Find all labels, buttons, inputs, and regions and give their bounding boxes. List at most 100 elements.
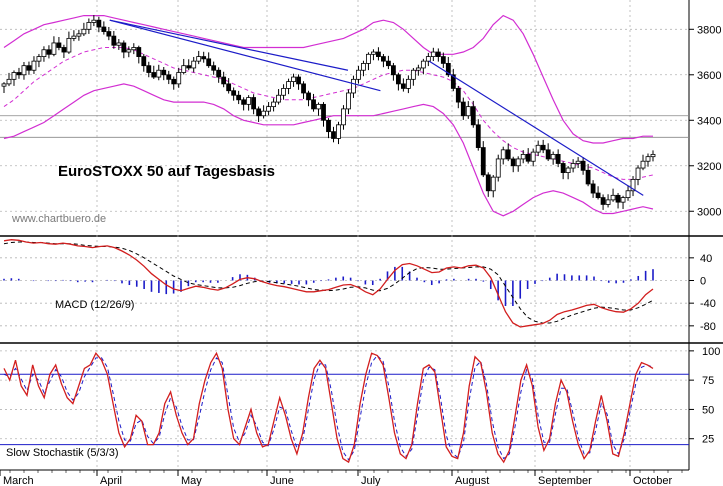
candle-body (216, 69, 222, 78)
chart-title: EuroSTOXX 50 auf Tagesbasis (58, 163, 275, 180)
candle-body (101, 26, 107, 32)
candle-body (520, 153, 526, 160)
candle-body (505, 149, 511, 160)
candle-body (21, 65, 27, 76)
candle-body (211, 65, 217, 71)
candle-body (605, 199, 611, 205)
candle-body (341, 108, 346, 126)
price-tick-label: 3200 (697, 161, 721, 173)
candle-body (430, 51, 436, 57)
stochastic-tick-label: 75 (702, 375, 714, 387)
candle-body (131, 47, 137, 51)
candle-body (510, 158, 516, 167)
candle-body (535, 144, 541, 153)
candle-body (61, 47, 67, 53)
candle-body (171, 78, 177, 85)
candle-body (465, 106, 471, 117)
candle-body (16, 72, 22, 76)
price-tick-label: 3800 (697, 24, 721, 36)
candle-body (625, 190, 631, 199)
candle-body (166, 74, 172, 80)
candle-body (231, 90, 237, 96)
macd-tick-label: 0 (700, 276, 706, 288)
candle-body (580, 160, 586, 171)
candle-body (76, 33, 82, 37)
eurostoxx-chart: March April May June July August September Octo… (0, 0, 723, 486)
candle-body (151, 72, 157, 78)
candle-body (321, 103, 326, 121)
month-label: July (361, 475, 381, 486)
candle-body (395, 74, 401, 85)
candle-body (111, 35, 117, 46)
candle-body (620, 197, 626, 203)
candle-body (126, 49, 132, 53)
candle-body (610, 194, 616, 201)
candle-body (191, 60, 197, 69)
candle-body (181, 65, 187, 73)
candle-body (386, 60, 391, 67)
price-tick-label: 3000 (697, 206, 721, 218)
candle-body (206, 58, 212, 67)
candle-body (346, 92, 351, 110)
month-label: May (181, 475, 202, 486)
month-label: October (633, 475, 672, 486)
month-label: August (455, 475, 489, 486)
stochastic-label: Slow Stochastik (5/3/3) (6, 447, 119, 459)
candle-body (565, 167, 571, 173)
candle-body (296, 76, 301, 85)
candle-body (460, 101, 466, 117)
macd-tick-label: -80 (700, 321, 716, 333)
candle-body (281, 88, 286, 96)
candle-body (530, 151, 536, 162)
candle-body (376, 51, 381, 57)
candle-body (336, 124, 341, 139)
candle-body (271, 101, 276, 108)
candle-body (36, 56, 42, 62)
candle-body (56, 42, 62, 48)
candle-body (306, 92, 311, 101)
candle-body (136, 47, 142, 57)
candle-body (326, 119, 331, 133)
candle-body (640, 160, 646, 169)
candle-body (201, 56, 207, 60)
candle-body (435, 51, 441, 57)
candle-body (351, 78, 356, 94)
candle-body (261, 110, 267, 117)
watermark: www.chartbuero.de (11, 213, 106, 225)
candle-body (301, 83, 306, 94)
candle-body (590, 183, 596, 194)
price-tick-label: 3400 (697, 115, 721, 127)
candle-body (241, 99, 247, 105)
candle-body (251, 97, 257, 110)
month-label: April (100, 475, 122, 486)
candle-body (390, 65, 396, 76)
candle-body (585, 169, 591, 185)
candle-body (1, 83, 7, 87)
stochastic-tick-label: 25 (702, 434, 714, 446)
candle-body (425, 56, 431, 62)
candle-body (371, 51, 376, 55)
candle-body (480, 147, 486, 176)
candle-body (311, 99, 316, 110)
candle-body (540, 144, 546, 151)
candle-body (381, 56, 386, 62)
candle-body (400, 83, 406, 89)
candle-body (156, 69, 162, 78)
chart-background (0, 0, 723, 486)
candle-body (555, 153, 561, 164)
stochastic-tick-label: 100 (702, 346, 720, 358)
candle-body (41, 49, 47, 57)
month-label: March (3, 475, 34, 486)
candle-body (46, 49, 52, 55)
candle-body (146, 65, 152, 73)
candle-body (615, 194, 621, 203)
candle-body (71, 35, 77, 39)
candle-body (356, 69, 361, 80)
candle-body (286, 81, 291, 89)
candle-body (141, 56, 147, 67)
candle-body (495, 158, 501, 178)
candle-body (525, 153, 531, 162)
candle-body (11, 72, 17, 80)
candle-body (66, 37, 72, 53)
candle-body (186, 65, 192, 69)
